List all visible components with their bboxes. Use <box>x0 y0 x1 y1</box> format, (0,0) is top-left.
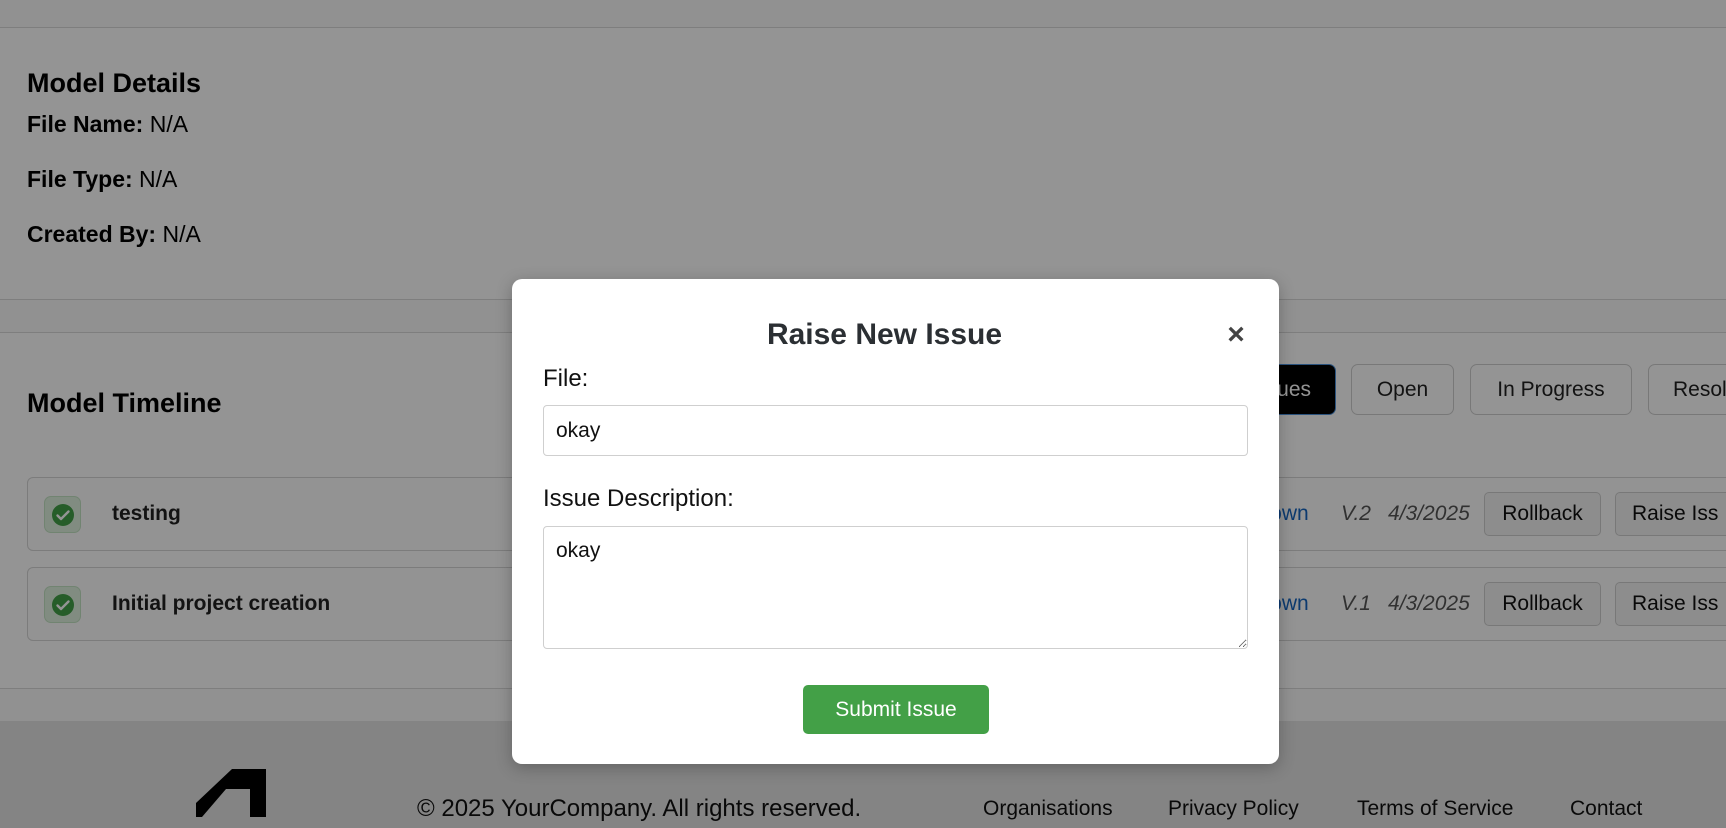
modal-title: Raise New Issue <box>766 318 1003 351</box>
submit-issue-button[interactable]: Submit Issue <box>803 685 989 734</box>
file-input[interactable] <box>543 405 1248 456</box>
issue-description-label: Issue Description: <box>543 485 734 512</box>
close-icon[interactable]: × <box>1223 318 1249 351</box>
issue-description-textarea[interactable]: okay <box>543 526 1248 649</box>
raise-issue-modal: Raise New Issue × File: Issue Descriptio… <box>512 279 1279 764</box>
file-field-label: File: <box>543 365 589 392</box>
